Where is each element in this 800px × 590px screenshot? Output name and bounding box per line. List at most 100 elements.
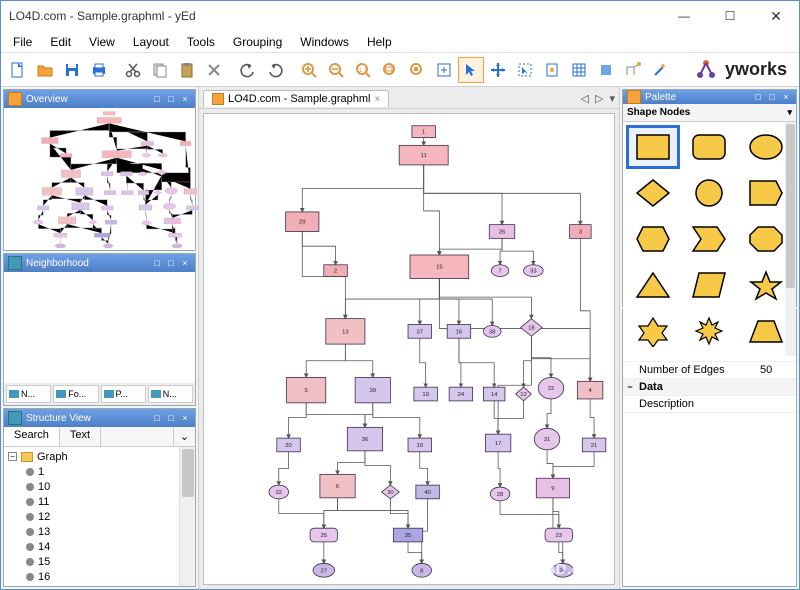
tree-root[interactable]: −Graph [8, 449, 191, 464]
overview-header[interactable]: Overview □□× [4, 90, 195, 108]
property-group-data[interactable]: −Data [623, 379, 796, 396]
panel-close-icon[interactable]: × [179, 413, 191, 423]
menu-grouping[interactable]: Grouping [225, 33, 290, 51]
overview-canvas[interactable] [4, 108, 195, 250]
print-icon[interactable] [86, 57, 112, 83]
shape-circle[interactable] [683, 172, 735, 214]
document-tab-close[interactable]: × [374, 94, 380, 105]
menu-view[interactable]: View [81, 33, 123, 51]
shape-star8[interactable] [683, 310, 735, 352]
structure-tab-text[interactable]: Text [60, 427, 101, 446]
structure-tab-search[interactable]: Search [4, 427, 60, 446]
zoom-selection-icon[interactable] [404, 57, 430, 83]
copy-icon[interactable] [147, 57, 173, 83]
panel-float-icon[interactable]: □ [165, 413, 177, 423]
pan-tool-icon[interactable] [485, 57, 511, 83]
graph-canvas[interactable]: 1112926321573313371638185391924141222420… [203, 113, 615, 585]
menu-windows[interactable]: Windows [292, 33, 357, 51]
shape-rounded-rect[interactable] [683, 126, 735, 168]
menu-help[interactable]: Help [359, 33, 400, 51]
palette-title: Palette [645, 92, 752, 103]
palette-header[interactable]: Palette □□× [623, 90, 796, 104]
shape-parallelogram[interactable] [683, 264, 735, 306]
panel-float-icon[interactable]: □ [165, 94, 177, 104]
close-button[interactable]: ✕ [753, 1, 799, 31]
undo-icon[interactable] [235, 57, 261, 83]
panel-close-icon[interactable]: × [179, 258, 191, 268]
zoom-in-icon[interactable] [296, 57, 322, 83]
brand-text: yworks [725, 59, 787, 80]
wand-icon[interactable] [647, 57, 673, 83]
shape-star6[interactable] [627, 310, 679, 352]
palette-icon [627, 90, 641, 104]
menu-edit[interactable]: Edit [42, 33, 79, 51]
menu-file[interactable]: File [5, 33, 40, 51]
grid-icon[interactable] [566, 57, 592, 83]
delete-icon[interactable] [201, 57, 227, 83]
select-tool-icon[interactable] [458, 57, 484, 83]
neighborhood-header[interactable]: Neighborhood □□× [4, 254, 195, 272]
tree-scrollbar[interactable] [179, 447, 195, 586]
tab-nav-menu[interactable]: ▾ [609, 92, 615, 105]
tab-nav-next[interactable]: ▷ [595, 92, 603, 105]
open-folder-icon[interactable] [32, 57, 58, 83]
structure-tree[interactable]: −Graph 110111213141516 [4, 447, 195, 586]
panel-pin-icon[interactable]: □ [151, 413, 163, 423]
palette-scrollbar[interactable] [785, 122, 796, 356]
structure-tab-dropdown[interactable]: ⌄ [173, 427, 195, 446]
tab-nav-prev[interactable]: ◁ [581, 92, 589, 105]
svg-text:20: 20 [285, 443, 292, 449]
panel-float-icon[interactable]: □ [165, 258, 177, 268]
redo-icon[interactable] [262, 57, 288, 83]
panel-pin-icon[interactable]: □ [151, 258, 163, 268]
shape-pentagon-wedge[interactable] [683, 218, 735, 260]
palette-category[interactable]: Shape Nodes▾ [623, 104, 796, 122]
tree-node[interactable]: 11 [8, 494, 191, 509]
shape-hexagon[interactable] [627, 218, 679, 260]
orthogonal-icon[interactable] [620, 57, 646, 83]
property-row[interactable]: Number of Edges50 [623, 362, 796, 379]
maximize-button[interactable]: ☐ [707, 1, 753, 31]
neighborhood-tab-2[interactable]: P... [101, 385, 146, 403]
neighborhood-tab-3[interactable]: N... [148, 385, 193, 403]
zoom-out-icon[interactable] [323, 57, 349, 83]
neighborhood-tab-1[interactable]: Fo... [53, 385, 98, 403]
new-file-icon[interactable] [5, 57, 31, 83]
panel-float-icon[interactable]: □ [766, 92, 778, 102]
shape-rectangle[interactable] [627, 126, 679, 168]
document-tab-active[interactable]: LO4D.com - Sample.graphml × [203, 90, 389, 107]
titlebar: LO4D.com - Sample.graphml - yEd — ☐ ✕ [1, 1, 799, 31]
property-row[interactable]: Description [623, 396, 796, 413]
save-icon[interactable] [59, 57, 85, 83]
menu-layout[interactable]: Layout [125, 33, 177, 51]
zoom-reset-icon[interactable]: 1:1 [350, 57, 376, 83]
tree-node[interactable]: 12 [8, 509, 191, 524]
paste-icon[interactable] [174, 57, 200, 83]
tree-node[interactable]: 10 [8, 479, 191, 494]
tree-node[interactable]: 15 [8, 554, 191, 569]
magnet-tool-icon[interactable] [539, 57, 565, 83]
chevron-down-icon: ▾ [787, 107, 792, 118]
snap-icon[interactable] [593, 57, 619, 83]
marquee-tool-icon[interactable] [512, 57, 538, 83]
panel-pin-icon[interactable]: □ [752, 92, 764, 102]
panel-close-icon[interactable]: × [179, 94, 191, 104]
zoom-fit-icon[interactable] [377, 57, 403, 83]
panel-pin-icon[interactable]: □ [151, 94, 163, 104]
structure-title: Structure View [26, 413, 151, 424]
tree-node[interactable]: 1 [8, 464, 191, 479]
fit-content-icon[interactable] [431, 57, 457, 83]
structure-header[interactable]: Structure View □□× [4, 409, 195, 427]
tree-node[interactable]: 16 [8, 569, 191, 584]
svg-text:35: 35 [405, 533, 412, 539]
tree-node[interactable]: 14 [8, 539, 191, 554]
shape-triangle[interactable] [627, 264, 679, 306]
minimize-button[interactable]: — [661, 1, 707, 31]
neighborhood-tab-0[interactable]: N... [6, 385, 51, 403]
cut-icon[interactable] [120, 57, 146, 83]
shape-diamond[interactable] [627, 172, 679, 214]
svg-text:18: 18 [528, 325, 535, 331]
panel-close-icon[interactable]: × [780, 92, 792, 102]
tree-node[interactable]: 13 [8, 524, 191, 539]
menu-tools[interactable]: Tools [179, 33, 223, 51]
